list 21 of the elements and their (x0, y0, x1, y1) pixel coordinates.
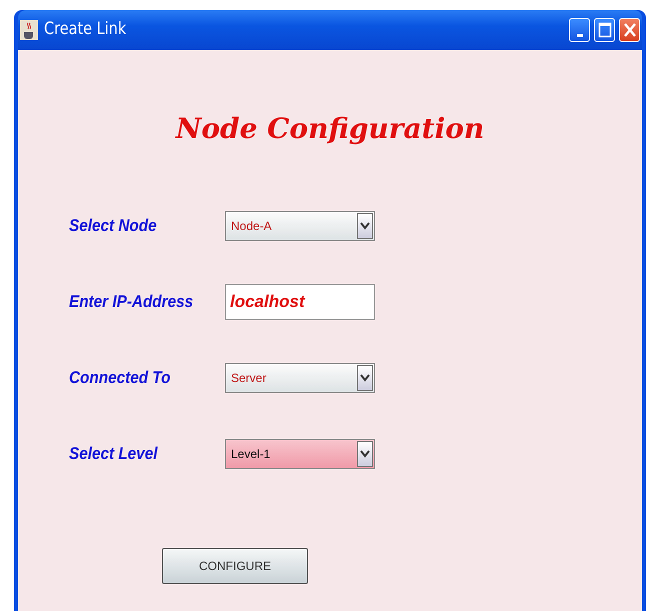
dropdown[interactable]: Node-A (225, 211, 375, 241)
field-label: Connected To (69, 367, 172, 390)
close-icon (622, 22, 636, 38)
maximize-icon (598, 22, 612, 38)
window-title: Create Link (44, 18, 126, 42)
caret-icon (357, 365, 373, 391)
field-label: Select Level (69, 443, 159, 466)
dropdown[interactable]: Level-1 (225, 439, 375, 469)
maximize-button[interactable] (594, 18, 615, 42)
configure-button[interactable]: CONFIGURE (162, 548, 308, 584)
ip-address-field[interactable]: localhost (225, 284, 375, 320)
dropdown[interactable]: Server (225, 363, 375, 393)
form-heading: Node Configuration (174, 111, 486, 147)
minimize-icon (576, 34, 582, 36)
field-label: Select Node (69, 215, 158, 238)
field-label: Enter IP-Address (69, 291, 194, 314)
caret-icon (357, 441, 373, 467)
close-button[interactable] (619, 18, 640, 42)
caret-icon (357, 213, 373, 239)
minimize-button[interactable] (569, 18, 590, 42)
coffee-cup-icon (20, 20, 38, 40)
